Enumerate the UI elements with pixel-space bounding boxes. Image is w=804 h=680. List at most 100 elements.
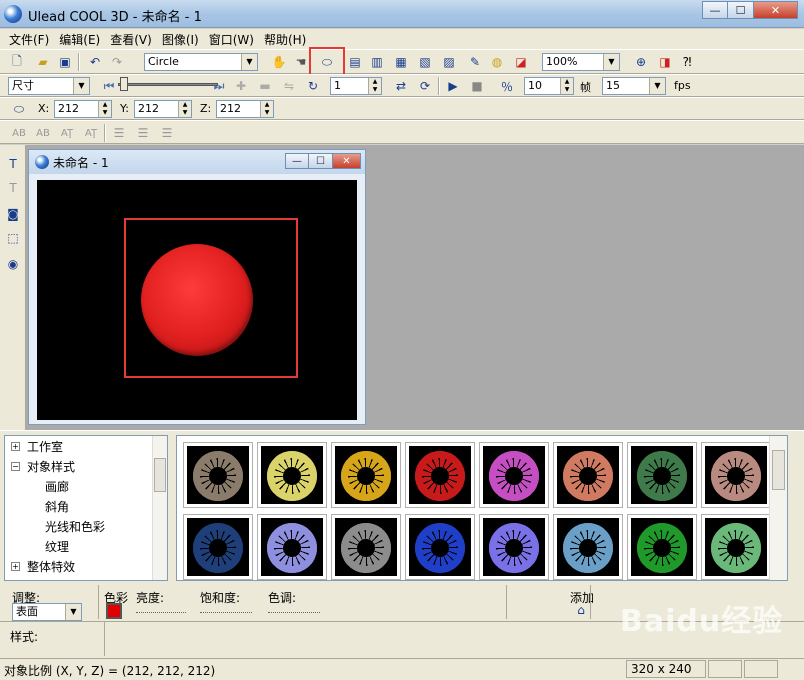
tree-item-texture[interactable]: 纹理 [45,538,69,556]
menu-image[interactable]: 图像(I) [157,31,204,48]
menu-file[interactable]: 文件(F) [4,31,54,48]
wand-icon[interactable]: ✎ [466,53,484,71]
select-object-icon[interactable]: ⬚ [4,229,22,247]
camera-icon[interactable]: ▤ [346,53,364,71]
maximize-button[interactable]: ☐ [728,1,754,19]
style-thumbnail[interactable] [331,442,401,508]
x-spinner[interactable]: 212 ▲ ▼ [54,100,112,118]
frame-spinner[interactable]: 1 ▲ ▼ [330,77,382,95]
chart-icon[interactable]: ◪ [512,53,530,71]
play-icon[interactable]: ▶ [444,77,462,95]
edit-text-icon[interactable]: T [4,179,22,197]
align-left-icon[interactable]: ☰ [110,124,128,142]
text-tool-icon[interactable]: AB [34,124,52,142]
redo-icon[interactable]: ↷ [108,53,126,71]
align-center-icon[interactable]: ☰ [134,124,152,142]
style-thumbnail[interactable] [627,514,697,580]
doc-minimize-button[interactable]: — [285,153,309,169]
insert-shape-icon[interactable]: ◙ [4,205,22,223]
style-thumbnail[interactable] [405,442,475,508]
save-icon[interactable]: ▣ [56,53,74,71]
tree-item-global-effects[interactable]: + 整体特效 [9,558,75,576]
style-thumbnail[interactable] [701,514,771,580]
insert-text-icon[interactable]: T [4,155,22,173]
render-canvas[interactable] [37,180,357,420]
light-icon[interactable]: ▥ [368,53,386,71]
spin-arrows[interactable]: ▲ ▼ [98,101,111,117]
layer-icon[interactable]: ▦ [392,53,410,71]
style-thumbnail[interactable] [553,442,623,508]
menu-edit[interactable]: 编辑(E) [54,31,105,48]
spin-arrows[interactable]: ▲ ▼ [368,78,381,94]
new-file-icon[interactable]: 🗋 [8,53,26,71]
style-thumbnail[interactable] [701,442,771,508]
style-thumbnail[interactable] [479,442,549,508]
style-thumbnail[interactable] [627,442,697,508]
tree-expander[interactable]: − [11,462,20,471]
render-icon[interactable]: ⊕ [632,53,650,71]
menu-window[interactable]: 窗口(W) [204,31,259,48]
app-icon[interactable] [4,5,22,23]
align-icon[interactable]: ▨ [440,53,458,71]
object-size-icon[interactable]: ⬭ [10,100,28,118]
align-right-icon[interactable]: ☰ [158,124,176,142]
style-thumbnail[interactable] [257,442,327,508]
tree-scrollbar[interactable] [152,436,167,580]
repeat-icon[interactable]: ⟳ [416,77,434,95]
reverse-icon[interactable]: ⇋ [280,77,298,95]
gallery-scrollbar[interactable] [769,436,787,580]
menu-view[interactable]: 查看(V) [105,31,157,48]
spin-arrows[interactable]: ▲ ▼ [560,78,573,94]
remove-frame-icon[interactable]: ▬ [256,77,274,95]
export-icon[interactable]: ◨ [656,53,674,71]
spin-arrows[interactable]: ▲ ▼ [260,101,273,117]
move-icon[interactable]: ▧ [416,53,434,71]
forward-icon[interactable]: ⏭ [210,77,228,95]
globe-icon[interactable]: ◍ [488,53,506,71]
tree-item-light-color[interactable]: 光线和色彩 [45,518,105,536]
style-thumbnail[interactable] [183,442,253,508]
tree-item-bevel[interactable]: 斜角 [45,498,69,516]
scale-icon[interactable]: ％ [498,77,516,95]
doc-close-button[interactable]: ✕ [333,153,361,169]
surface-select[interactable]: 表面 ▼ [12,603,82,621]
total-frames-spinner[interactable]: 10 ▲ ▼ [524,77,574,95]
undo-icon[interactable]: ↶ [86,53,104,71]
fps-select[interactable]: 15 ▼ [602,77,666,95]
style-thumbnail[interactable] [405,514,475,580]
help-icon[interactable]: ⁈ [678,53,696,71]
minimize-button[interactable]: — [702,1,728,19]
object-select[interactable]: Circle ▼ [144,53,258,71]
menu-help[interactable]: 帮助(H) [259,31,311,48]
add-frame-icon[interactable]: ✚ [232,77,250,95]
style-thumbnail[interactable] [331,514,401,580]
stop-icon[interactable]: ■ [468,77,486,95]
color-swatch[interactable] [106,603,122,619]
style-thumbnail[interactable] [479,514,549,580]
y-spinner[interactable]: 212 ▲ ▼ [134,100,192,118]
style-thumbnail[interactable] [183,514,253,580]
loop-icon[interactable]: ↻ [304,77,322,95]
mode-select[interactable]: 尺寸 ▼ [8,77,90,95]
hand-icon[interactable]: ✋ [270,53,288,71]
style-thumbnail[interactable] [553,514,623,580]
tree-expander[interactable]: + [11,562,20,571]
saturation-slider[interactable] [200,603,252,613]
text-tool-icon[interactable]: AŢ [58,124,76,142]
close-button[interactable]: ✕ [754,1,798,19]
rewind-icon[interactable]: ⏮ [100,77,118,95]
open-folder-icon[interactable]: ▰ [34,53,52,71]
text-tool-icon[interactable]: AB [10,124,28,142]
text-tool-icon[interactable]: AŢ [82,124,100,142]
hue-slider[interactable] [268,603,320,613]
tree-item-object-style[interactable]: − 对象样式 [9,458,75,476]
z-spinner[interactable]: 212 ▲ ▼ [216,100,274,118]
insert-geometry-icon[interactable]: ◉ [4,255,22,273]
tree-item-gallery[interactable]: 画廊 [45,478,69,496]
style-thumbnail[interactable] [257,514,327,580]
doc-maximize-button[interactable]: ☐ [309,153,333,169]
zoom-select[interactable]: 100% ▼ [542,53,620,71]
rotate-hand-icon[interactable]: ☚ [292,53,310,71]
tree-expander[interactable]: + [11,442,20,451]
spin-arrows[interactable]: ▲ ▼ [178,101,191,117]
